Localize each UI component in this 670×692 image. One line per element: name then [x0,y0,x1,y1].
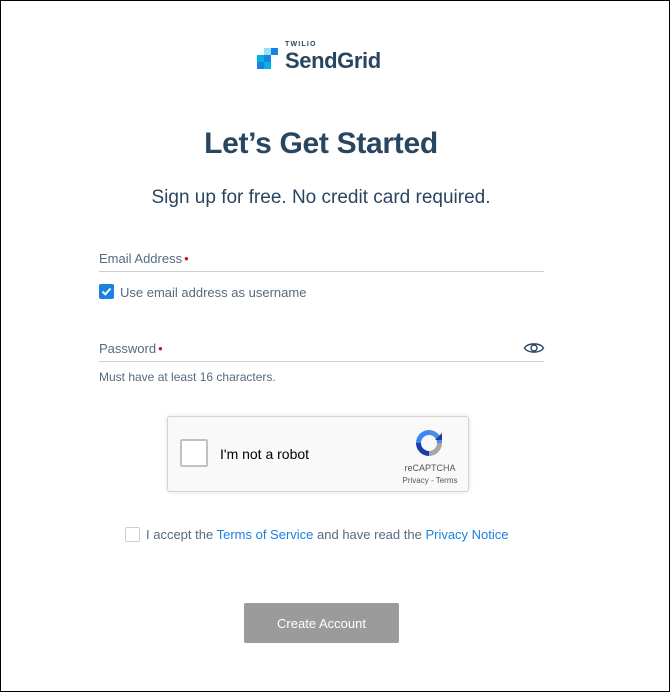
recaptcha-brand: reCAPTCHA [404,463,456,473]
terms-middle: and have read the [313,527,426,542]
privacy-notice-link[interactable]: Privacy Notice [425,527,508,542]
sendgrid-logo-icon [257,48,279,70]
recaptcha-separator: - [428,476,436,485]
recaptcha-widget: I'm not a robot reCAPTCHA Privacy - Term… [167,416,469,492]
recaptcha-label: I'm not a robot [220,446,310,462]
recaptcha-logo-icon [416,430,442,456]
email-field-underline [99,271,544,272]
use-email-as-username-label[interactable]: Use email address as username [120,285,306,300]
checkmark-icon [101,287,112,296]
sendgrid-logo: TWILIO SendGrid [257,41,397,75]
password-hint: Must have at least 16 characters. [99,370,276,384]
recaptcha-terms-link[interactable]: Terms [436,476,458,485]
page-title: Let’s Get Started [204,127,438,160]
create-account-button[interactable]: Create Account [244,603,399,643]
password-field-underline [99,361,544,362]
terms-of-service-link[interactable]: Terms of Service [217,527,314,542]
email-field[interactable] [99,250,519,270]
signup-page: TWILIO SendGrid Let’s Get Started Sign u… [0,0,670,692]
recaptcha-checkbox[interactable] [180,439,208,467]
logo-twilio-text: TWILIO [285,41,317,48]
page-subtitle: Sign up for free. No credit card require… [151,187,491,208]
recaptcha-privacy-link[interactable]: Privacy [403,476,429,485]
terms-prefix: I accept the [146,527,217,542]
accept-terms-checkbox[interactable] [125,527,140,542]
eye-icon[interactable] [523,340,545,356]
use-email-as-username-checkbox[interactable] [99,284,114,299]
password-field[interactable] [99,340,519,360]
logo-sendgrid-text: SendGrid [285,48,381,73]
accept-terms-label: I accept the Terms of Service and have r… [146,527,509,542]
recaptcha-links: Privacy - Terms [390,476,470,485]
